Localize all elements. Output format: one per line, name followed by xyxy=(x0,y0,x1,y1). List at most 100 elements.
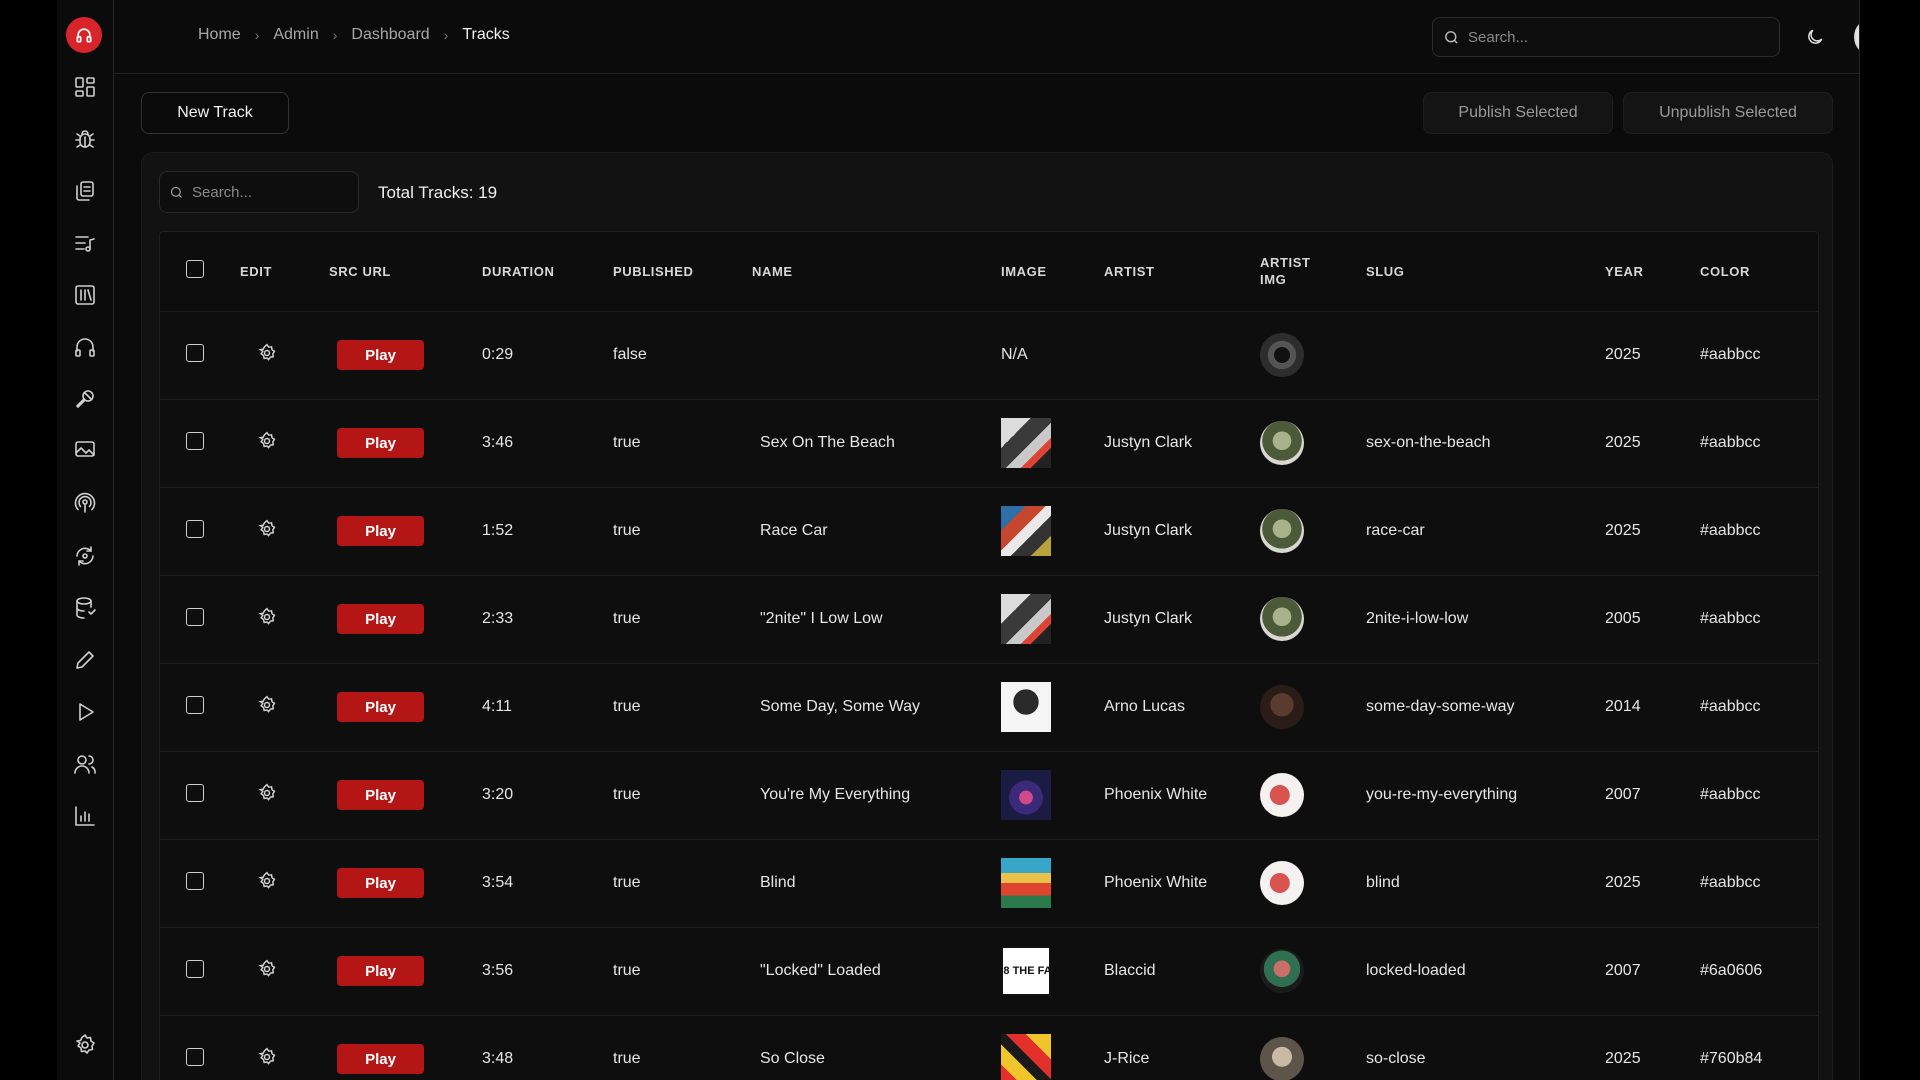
row-checkbox[interactable] xyxy=(186,431,204,450)
pencil-icon[interactable] xyxy=(72,647,98,673)
edit-gear-icon[interactable] xyxy=(257,871,277,895)
column-header-slug[interactable]: SLUG xyxy=(1366,232,1605,311)
row-checkbox[interactable] xyxy=(186,343,204,362)
row-checkbox[interactable] xyxy=(186,959,204,978)
slug-cell: locked-loaded xyxy=(1366,962,1466,979)
edit-gear-icon[interactable] xyxy=(257,783,277,807)
column-header-published[interactable]: PUBLISHED xyxy=(613,232,752,311)
name-cell: So Close xyxy=(760,1050,825,1068)
artist-image xyxy=(1260,421,1304,465)
track-cover-image xyxy=(1001,506,1051,556)
column-header-duration[interactable]: DURATION xyxy=(482,232,613,311)
play-button[interactable]: Play xyxy=(337,604,424,634)
edit-gear-icon[interactable] xyxy=(257,519,277,543)
edit-gear-icon[interactable] xyxy=(257,1047,277,1071)
column-header-src-url[interactable]: SRC URL xyxy=(329,232,482,311)
table-search-input[interactable] xyxy=(192,183,342,201)
column-header-artist-img[interactable]: ARTIST IMG xyxy=(1260,232,1366,311)
unpublish-selected-button[interactable]: Unpublish Selected xyxy=(1623,92,1833,134)
edit-gear-icon[interactable] xyxy=(257,959,277,983)
table-row: Play 3:48 true So Close J-Rice so-close 2025 #7… xyxy=(160,1015,1818,1080)
slug-cell: so-close xyxy=(1366,1050,1426,1068)
copy-icon[interactable] xyxy=(72,178,98,204)
column-header-artist[interactable]: ARTIST xyxy=(1104,232,1260,311)
artist-cell: Phoenix White xyxy=(1104,786,1208,803)
artist-image xyxy=(1260,597,1304,641)
play-button[interactable]: Play xyxy=(337,956,424,986)
chevron-right-icon: › xyxy=(332,27,338,43)
table-row: Play 0:29 false N/A 2025 #aabbcc xyxy=(160,311,1818,399)
play-icon[interactable] xyxy=(72,699,98,725)
slug-cell: sex-on-the-beach xyxy=(1366,434,1491,451)
image-icon[interactable] xyxy=(72,436,98,462)
row-checkbox[interactable] xyxy=(186,783,204,802)
select-all-checkbox[interactable] xyxy=(186,260,204,279)
name-cell xyxy=(752,311,1001,399)
sync-icon[interactable] xyxy=(72,543,98,569)
headphones-icon[interactable] xyxy=(72,334,98,360)
library-icon[interactable] xyxy=(72,282,98,308)
top-header: Home › Admin › Dashboard › Tracks xyxy=(114,0,1859,74)
published-cell: true xyxy=(613,786,641,803)
podcast-icon[interactable] xyxy=(72,490,98,516)
slug-cell: you-re-my-everything xyxy=(1366,786,1518,803)
play-button[interactable]: Play xyxy=(337,692,424,722)
play-button[interactable]: Play xyxy=(337,868,424,898)
duration-cell: 3:48 xyxy=(482,1050,514,1068)
artist-cell: Justyn Clark xyxy=(1104,522,1193,539)
breadcrumb-home[interactable]: Home xyxy=(198,26,241,44)
moon-icon[interactable] xyxy=(1802,24,1828,50)
playlist-icon[interactable] xyxy=(72,230,98,256)
play-button[interactable]: Play xyxy=(337,516,424,546)
database-icon[interactable] xyxy=(72,595,98,621)
edit-gear-icon[interactable] xyxy=(257,695,277,719)
breadcrumb-admin[interactable]: Admin xyxy=(273,26,318,44)
bug-icon[interactable] xyxy=(72,126,98,152)
play-button[interactable]: Play xyxy=(337,340,424,370)
play-button[interactable]: Play xyxy=(337,428,424,458)
column-header-image[interactable]: IMAGE xyxy=(1001,232,1104,311)
column-header-name[interactable]: NAME xyxy=(752,232,1001,311)
publish-selected-button[interactable]: Publish Selected xyxy=(1423,92,1613,134)
row-checkbox[interactable] xyxy=(186,519,204,538)
color-cell: #aabbcc xyxy=(1700,786,1761,803)
sidebar xyxy=(57,0,114,1080)
row-checkbox[interactable] xyxy=(186,871,204,890)
header-search-input[interactable] xyxy=(1468,28,1748,46)
edit-gear-icon[interactable] xyxy=(257,607,277,631)
duration-cell: 4:11 xyxy=(482,698,512,715)
users-icon[interactable] xyxy=(72,751,98,777)
settings-icon[interactable] xyxy=(72,1032,98,1058)
row-checkbox[interactable] xyxy=(186,695,204,714)
play-button[interactable]: Play xyxy=(337,780,424,810)
year-cell: 2005 xyxy=(1605,610,1641,627)
microphone-icon[interactable] xyxy=(72,386,98,412)
new-track-button[interactable]: New Track xyxy=(141,92,289,134)
track-cover-text: 498 THE FAM xyxy=(1003,965,1051,977)
chart-icon[interactable] xyxy=(72,803,98,829)
image-cell: 498 THE FAM xyxy=(1001,927,1104,1015)
breadcrumb-dashboard[interactable]: Dashboard xyxy=(351,26,429,44)
row-checkbox[interactable] xyxy=(186,607,204,626)
column-header-year[interactable]: YEAR xyxy=(1605,232,1700,311)
row-checkbox[interactable] xyxy=(186,1047,204,1066)
duration-cell: 1:52 xyxy=(482,522,514,539)
edit-gear-icon[interactable] xyxy=(257,431,277,455)
column-header-edit[interactable]: EDIT xyxy=(240,232,329,311)
column-header-color[interactable]: COLOR xyxy=(1700,232,1818,311)
duration-cell: 2:33 xyxy=(482,610,514,627)
image-cell xyxy=(1001,663,1104,751)
artist-cell: Blaccid xyxy=(1104,962,1156,979)
tracks-panel: Total Tracks: 19 EDIT SRC URL DURATION P… xyxy=(141,152,1833,1080)
color-cell: #aabbcc xyxy=(1700,610,1761,627)
name-cell: You're My Everything xyxy=(760,786,911,803)
play-button[interactable]: Play xyxy=(337,1044,424,1075)
user-avatar[interactable] xyxy=(1854,18,1859,56)
brand-logo-icon[interactable] xyxy=(66,17,102,53)
artist-image xyxy=(1260,773,1304,817)
dashboard-icon[interactable] xyxy=(72,74,98,100)
track-cover-image xyxy=(1001,418,1051,468)
chevron-right-icon: › xyxy=(443,27,449,43)
track-cover-image xyxy=(1001,858,1051,908)
edit-gear-icon[interactable] xyxy=(257,343,277,367)
